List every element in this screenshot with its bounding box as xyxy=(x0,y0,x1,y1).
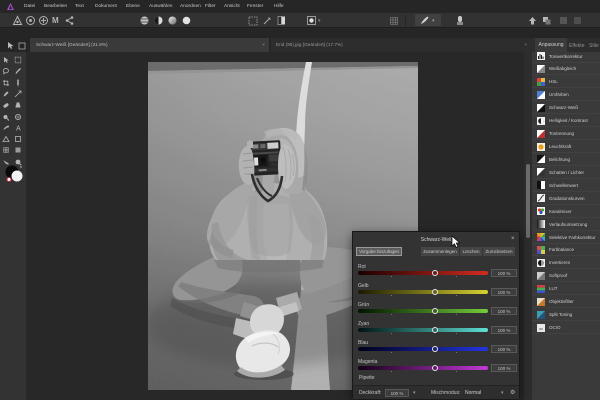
svg-text:A: A xyxy=(16,125,21,132)
svg-text:oc: oc xyxy=(539,326,543,330)
